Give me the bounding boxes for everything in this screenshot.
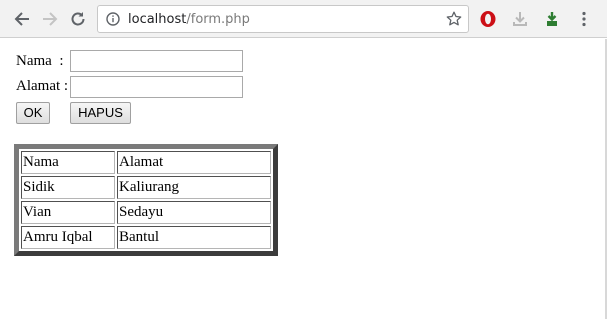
hapus-button[interactable]: HAPUS	[70, 102, 131, 124]
extension-icon	[547, 12, 557, 26]
url-text[interactable]: localhost/form.php	[128, 12, 250, 27]
alamat-label: Alamat :	[16, 78, 69, 94]
table-cell: Sedayu	[117, 201, 271, 224]
url-host: localhost	[128, 12, 187, 27]
menu-icon	[582, 11, 586, 27]
reload-icon	[71, 12, 85, 26]
extension-button[interactable]	[540, 7, 564, 31]
info-icon[interactable]	[106, 12, 120, 26]
opera-icon	[480, 11, 496, 27]
back-button[interactable]	[10, 7, 34, 31]
table-header-row: Nama Alamat	[21, 151, 271, 174]
data-table: Nama Alamat Sidik Kaliurang Vian Sedayu …	[14, 144, 278, 256]
opera-button[interactable]	[476, 7, 500, 31]
address-bar[interactable]: localhost/form.php	[97, 5, 469, 33]
browser-toolbar: localhost/form.php	[0, 0, 607, 38]
table-cell: Vian	[21, 201, 115, 224]
back-arrow-icon	[14, 12, 29, 26]
table-header-cell: Nama	[21, 151, 115, 174]
table-cell: Amru Iqbal	[21, 226, 115, 249]
download-icon	[513, 12, 527, 26]
nama-label: Nama :	[16, 53, 64, 69]
menu-button[interactable]	[572, 7, 596, 31]
ok-button[interactable]: OK	[16, 102, 50, 124]
page-content: Nama : Alamat : OK HAPUS Nama Alamat Sid…	[0, 39, 607, 319]
table-row: Amru Iqbal Bantul	[21, 226, 271, 249]
forward-button[interactable]	[38, 7, 62, 31]
star-icon[interactable]	[446, 11, 462, 27]
table-row: Sidik Kaliurang	[21, 176, 271, 199]
table-row: Vian Sedayu	[21, 201, 271, 224]
alamat-input[interactable]	[70, 76, 243, 98]
table-cell: Sidik	[21, 176, 115, 199]
url-path: /form.php	[186, 12, 250, 27]
forward-arrow-icon	[43, 12, 58, 26]
reload-button[interactable]	[66, 7, 90, 31]
download-button[interactable]	[508, 7, 532, 31]
table-cell: Bantul	[117, 226, 271, 249]
table-cell: Kaliurang	[117, 176, 271, 199]
table-header-cell: Alamat	[117, 151, 271, 174]
nama-input[interactable]	[70, 50, 243, 72]
